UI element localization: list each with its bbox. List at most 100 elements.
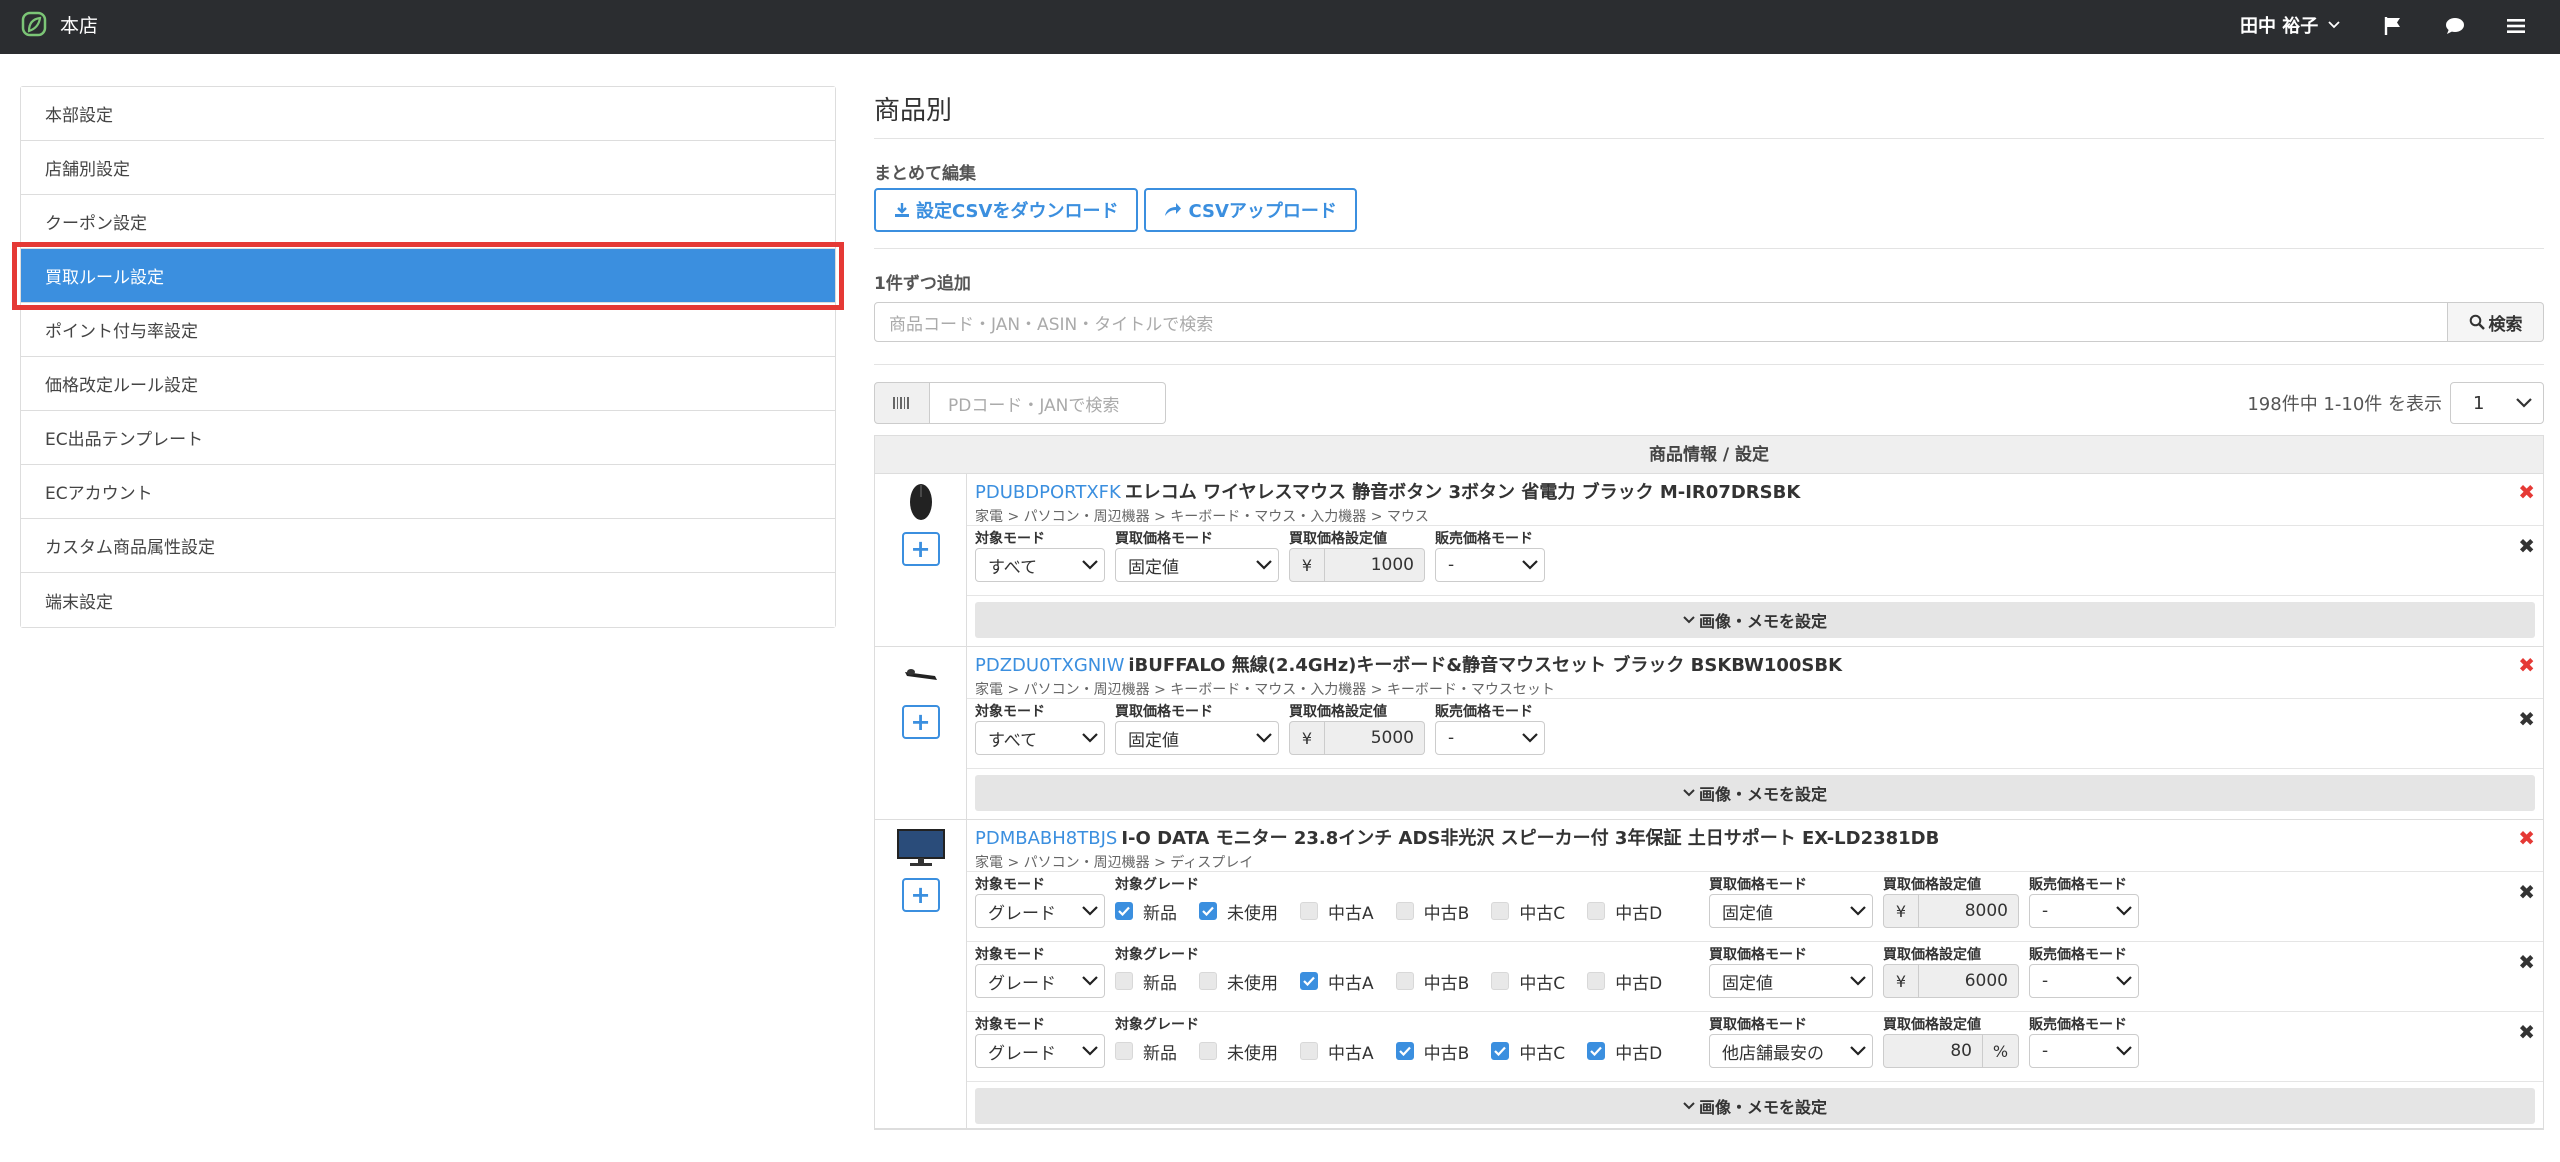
buy-price-input[interactable]: 80 <box>1883 1034 1983 1068</box>
target-mode-select[interactable]: グレード <box>975 964 1105 998</box>
grade-checkbox[interactable]: 中古D <box>1587 1039 1662 1064</box>
buy-price-input[interactable]: 1000 <box>1325 548 1425 582</box>
grade-checkboxes: 新品 未使用 中古A 中古B 中古C 中古D <box>1115 894 1699 928</box>
product-code-link[interactable]: PDMBABH8TBJS <box>975 828 1117 849</box>
download-csv-button[interactable]: 設定CSVをダウンロード <box>874 188 1139 232</box>
sale-price-mode-select[interactable]: - <box>2029 964 2139 998</box>
upload-csv-button[interactable]: CSVアップロード <box>1144 188 1357 232</box>
grade-checkbox[interactable]: 未使用 <box>1199 969 1278 994</box>
checkbox[interactable] <box>1395 1042 1414 1060</box>
page-select[interactable]: 1 <box>2450 382 2544 424</box>
grade-checkbox[interactable]: 中古A <box>1300 969 1374 994</box>
checkbox[interactable] <box>1199 972 1217 990</box>
sale-price-mode-select[interactable]: - <box>2029 1034 2139 1068</box>
sale-price-mode-select[interactable]: - <box>2029 894 2139 928</box>
checkbox[interactable] <box>1300 972 1318 990</box>
grade-checkbox[interactable]: 中古D <box>1587 899 1662 924</box>
target-mode-select[interactable]: グレード <box>975 1034 1105 1068</box>
sidebar-item-hq-settings[interactable]: 本部設定 <box>21 87 835 141</box>
buy-price-mode-select[interactable]: 固定値 <box>1709 964 1873 998</box>
grade-checkbox[interactable]: 中古C <box>1491 969 1565 994</box>
delete-rule-icon[interactable]: ✖ <box>2518 534 2535 558</box>
grade-checkbox[interactable]: 中古C <box>1491 899 1565 924</box>
buy-price-input[interactable]: 6000 <box>1919 964 2019 998</box>
sidebar-item-ec-template[interactable]: EC出品テンプレート <box>21 411 835 465</box>
grade-checkbox[interactable]: 中古C <box>1491 1039 1565 1064</box>
brand[interactable]: 本店 <box>20 10 98 38</box>
buy-price-mode-select[interactable]: 固定値 <box>1709 894 1873 928</box>
checkbox[interactable] <box>1587 1042 1606 1060</box>
add-rule-button[interactable]: + <box>901 532 940 566</box>
delete-product-icon[interactable]: ✖ <box>2518 653 2535 677</box>
grade-checkbox[interactable]: 未使用 <box>1199 1039 1278 1064</box>
select-value: 他店舗最安の <box>1722 1043 1824 1064</box>
delete-rule-icon[interactable]: ✖ <box>2518 1020 2535 1044</box>
checkbox[interactable] <box>1115 972 1133 990</box>
sidebar-item-point-rate-settings[interactable]: ポイント付与率設定 <box>21 303 835 357</box>
grade-checkbox[interactable]: 中古D <box>1587 969 1662 994</box>
delete-product-icon[interactable]: ✖ <box>2518 826 2535 850</box>
grade-checkbox[interactable]: 中古B <box>1395 1039 1469 1064</box>
product-code-link[interactable]: PDUBDPORTXFK <box>975 482 1121 503</box>
target-mode-select[interactable]: グレード <box>975 894 1105 928</box>
sidebar-item-custom-attributes[interactable]: カスタム商品属性設定 <box>21 519 835 573</box>
buy-price-input[interactable]: 5000 <box>1325 721 1425 755</box>
checkbox[interactable] <box>1587 902 1606 920</box>
target-mode-select[interactable]: すべて <box>975 721 1105 755</box>
search-button[interactable]: 検索 <box>2448 302 2544 342</box>
flag-icon[interactable] <box>2380 13 2406 39</box>
product-code-link[interactable]: PDZDU0TXGNIW <box>975 655 1124 676</box>
checkbox[interactable] <box>1115 902 1133 920</box>
barcode-scan-button[interactable] <box>874 382 930 424</box>
chat-bubble-icon[interactable] <box>2442 13 2468 39</box>
user-menu[interactable]: 田中 裕子 <box>2240 12 2340 38</box>
buy-price-input[interactable]: 8000 <box>1919 894 2019 928</box>
grade-checkbox[interactable]: 未使用 <box>1199 899 1278 924</box>
image-memo-toggle[interactable]: 画像・メモを設定 <box>975 1088 2535 1124</box>
grade-checkbox[interactable]: 中古A <box>1300 1039 1374 1064</box>
image-memo-toggle[interactable]: 画像・メモを設定 <box>975 602 2535 638</box>
checkbox[interactable] <box>1300 1042 1318 1060</box>
checkbox[interactable] <box>1300 902 1318 920</box>
delete-product-icon[interactable]: ✖ <box>2518 480 2535 504</box>
checkbox[interactable] <box>1587 972 1606 990</box>
hamburger-menu-icon[interactable] <box>2503 13 2529 39</box>
checkbox[interactable] <box>1491 1042 1510 1060</box>
checkbox[interactable] <box>1115 1042 1133 1060</box>
buy-price-mode-select[interactable]: 他店舗最安の <box>1709 1034 1873 1068</box>
buy-price-mode-select[interactable]: 固定値 <box>1115 548 1279 582</box>
add-rule-button[interactable]: + <box>901 878 940 912</box>
delete-rule-icon[interactable]: ✖ <box>2518 950 2535 974</box>
sale-price-mode-select[interactable]: - <box>1435 721 1545 755</box>
chevron-down-icon <box>1082 733 1098 743</box>
image-memo-toggle[interactable]: 画像・メモを設定 <box>975 775 2535 811</box>
target-mode-select[interactable]: すべて <box>975 548 1105 582</box>
buy-price-mode-select[interactable]: 固定値 <box>1115 721 1279 755</box>
grade-label: 中古A <box>1328 1043 1374 1064</box>
pd-code-search-input[interactable]: PDコード・JANで検索 <box>930 382 1166 424</box>
sidebar-item-coupon-settings[interactable]: クーポン設定 <box>21 195 835 249</box>
sale-price-mode-select[interactable]: - <box>1435 548 1545 582</box>
sidebar-item-device-settings[interactable]: 端末設定 <box>21 573 835 627</box>
checkbox[interactable] <box>1491 972 1510 990</box>
sidebar-item-price-rule-settings[interactable]: 価格改定ルール設定 <box>21 357 835 411</box>
grade-checkbox[interactable]: 中古B <box>1395 969 1469 994</box>
product-search-input[interactable]: 商品コード・JAN・ASIN・タイトルで検索 <box>874 302 2448 342</box>
sidebar-item-ec-account[interactable]: ECアカウント <box>21 465 835 519</box>
add-rule-button[interactable]: + <box>901 705 940 739</box>
checkbox[interactable] <box>1491 902 1510 920</box>
delete-rule-icon[interactable]: ✖ <box>2518 707 2535 731</box>
grade-checkbox[interactable]: 中古A <box>1300 899 1374 924</box>
grade-checkbox[interactable]: 新品 <box>1115 1039 1177 1064</box>
field-label: 対象グレード <box>1115 1017 1199 1033</box>
sidebar-item-store-settings[interactable]: 店舗別設定 <box>21 141 835 195</box>
grade-checkbox[interactable]: 中古B <box>1395 899 1469 924</box>
checkbox[interactable] <box>1199 1042 1217 1060</box>
grade-checkbox[interactable]: 新品 <box>1115 899 1177 924</box>
checkbox[interactable] <box>1199 902 1217 920</box>
grade-checkbox[interactable]: 新品 <box>1115 969 1177 994</box>
checkbox[interactable] <box>1395 972 1414 990</box>
sidebar-item-buy-rule-settings[interactable]: 買取ルール設定 <box>21 249 835 303</box>
checkbox[interactable] <box>1395 902 1414 920</box>
delete-rule-icon[interactable]: ✖ <box>2518 880 2535 904</box>
